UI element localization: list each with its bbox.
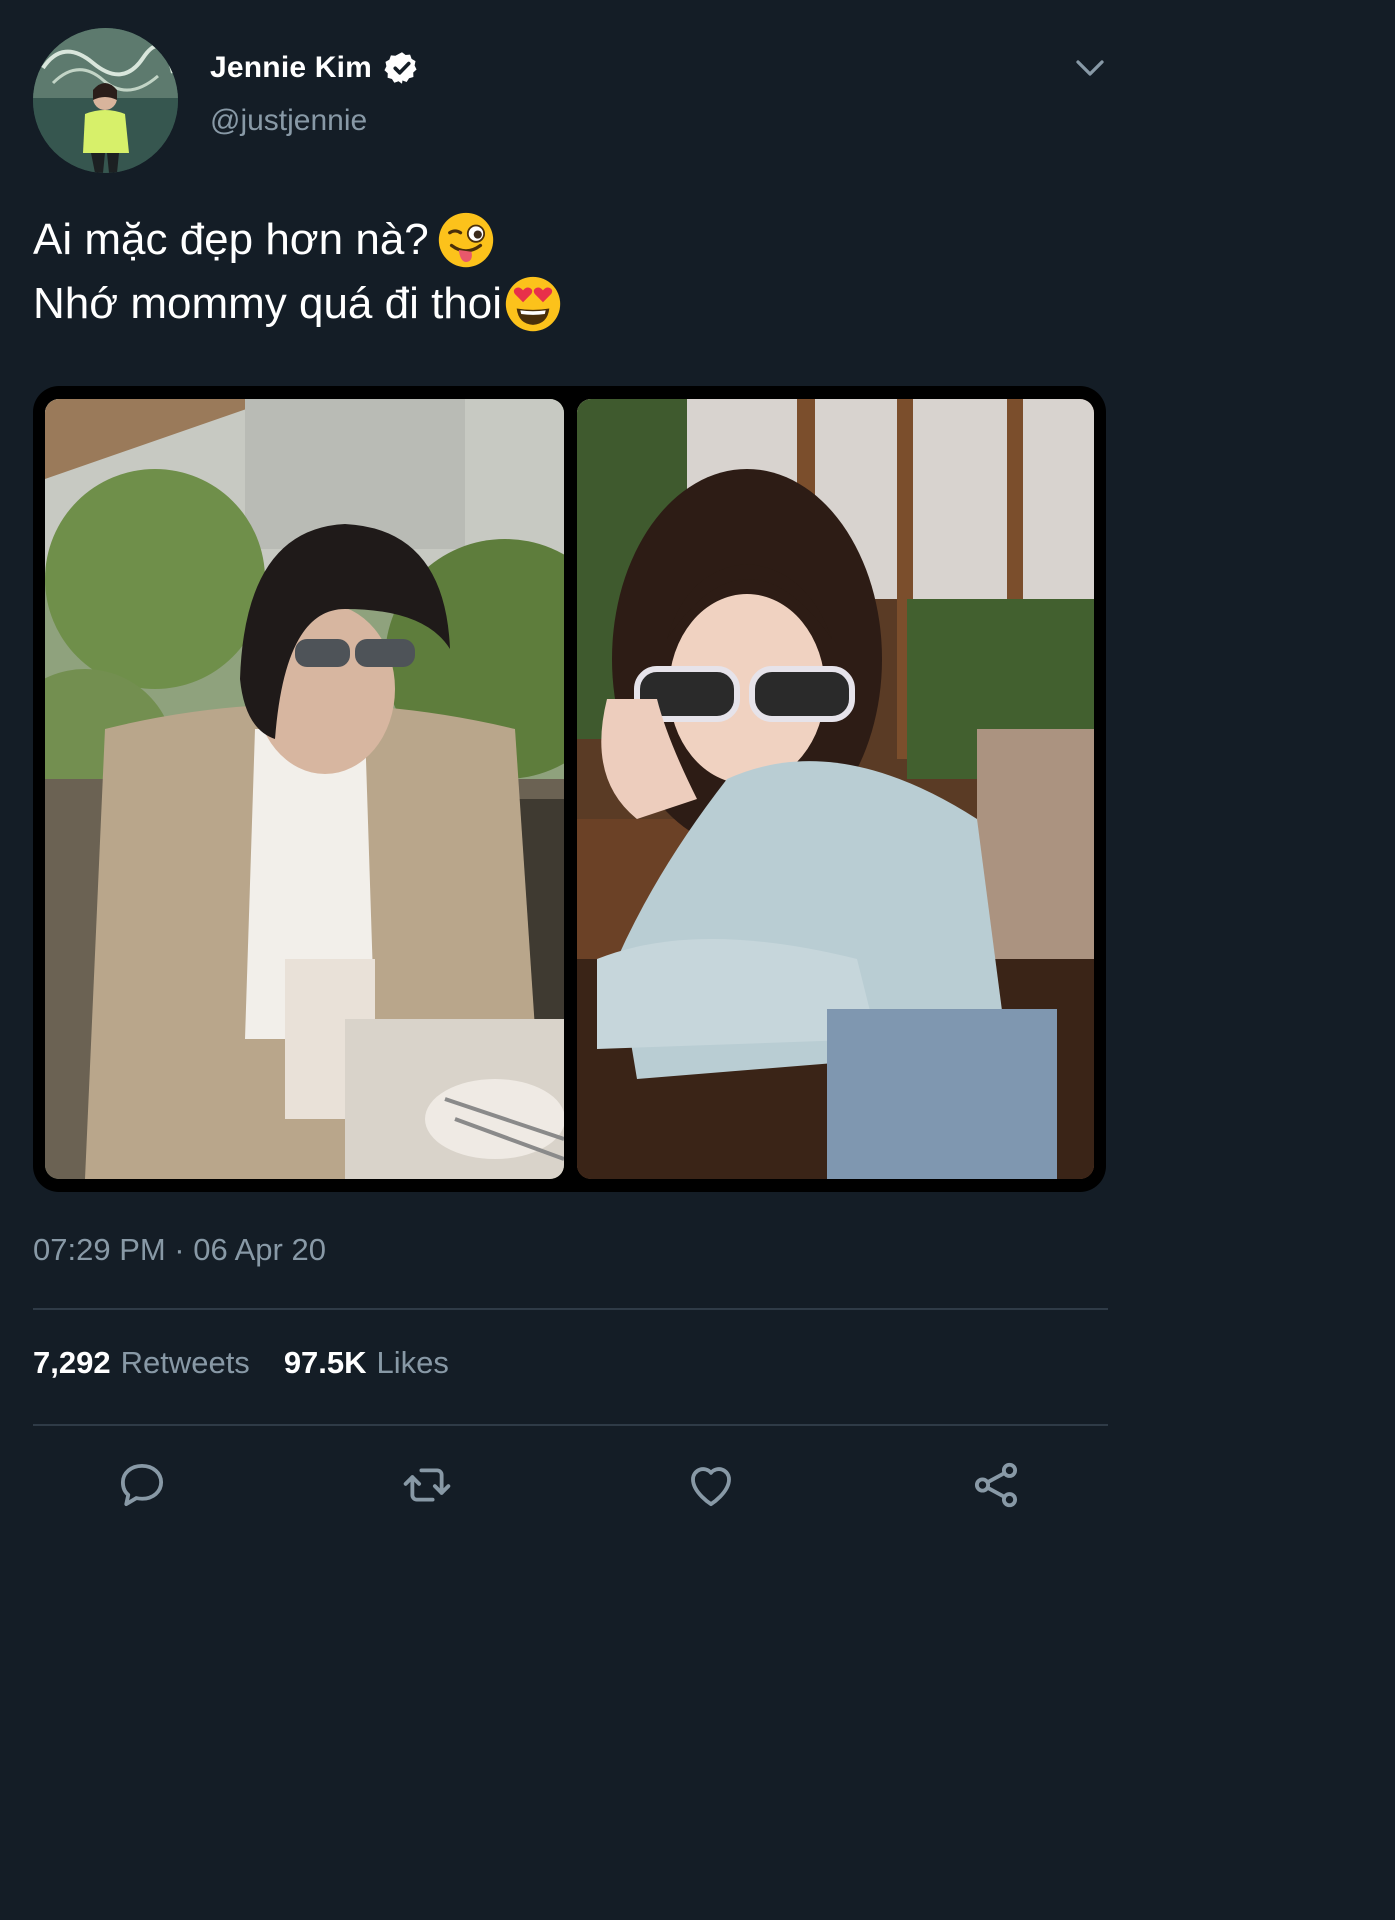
reply-icon [120,1463,164,1507]
tweet-text-line-1: Ai mặc đẹp hơn nà? [33,208,1108,272]
retweets-stat[interactable]: 7,292 Retweets [33,1345,250,1381]
share-icon [974,1462,1018,1508]
author-handle[interactable]: @justjennie [210,104,367,138]
tweet-stats: 7,292 Retweets 97.5K Likes [33,1345,449,1381]
tweet-timestamp[interactable]: 07:29 PM · 06 Apr 20 [33,1232,326,1268]
divider-bottom [33,1424,1108,1426]
photo-mother-image [45,399,564,1179]
divider-top [33,1308,1108,1310]
photo-jennie-image [577,399,1094,1179]
tweet-text-line-1-text: Ai mặc đẹp hơn nà? [33,215,429,264]
tweet-text-line-2: Nhớ mommy quá đi thoi [33,272,1108,336]
avatar-image [33,28,178,173]
winking-face-with-tongue-icon [438,212,493,268]
likes-stat[interactable]: 97.5K Likes [284,1345,449,1381]
likes-label: Likes [376,1345,449,1380]
author-name-row[interactable]: Jennie Kim [210,46,420,90]
retweets-label: Retweets [120,1345,250,1380]
photo-mother[interactable] [45,399,564,1179]
likes-count: 97.5K [283,1345,367,1380]
avatar[interactable] [33,28,178,173]
tweet-text-line-2-text: Nhớ mommy quá đi thoi [33,279,503,328]
tweet-action-bar [0,1455,1139,1519]
tweet-header: Jennie Kim @justjennie [33,28,1108,178]
reply-button[interactable] [112,1455,172,1515]
tweet-text: Ai mặc đẹp hơn nà? Nhớ mommy quá đi thoi [33,208,1108,336]
retweet-button[interactable] [397,1455,457,1515]
retweet-icon [403,1468,451,1502]
author-display-name[interactable]: Jennie Kim [210,51,372,85]
verified-badge-icon [384,52,417,84]
share-button[interactable] [966,1455,1026,1515]
photo-jennie[interactable] [577,399,1094,1179]
tweet-media [33,386,1106,1192]
smiling-face-with-heart-eyes-icon [505,276,561,332]
retweets-count: 7,292 [33,1345,111,1380]
chevron-down-icon[interactable] [1072,50,1108,86]
like-icon [691,1467,731,1507]
like-button[interactable] [681,1455,741,1515]
